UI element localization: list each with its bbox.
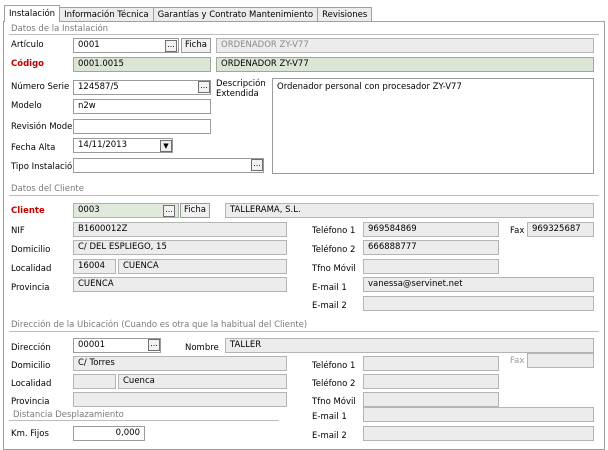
- articulo-ficha-button[interactable]: Ficha: [181, 38, 211, 53]
- cliente-lookup-button[interactable]: ...: [163, 205, 175, 217]
- ubicacion-email-2-label: E-mail 2: [312, 431, 347, 441]
- tfno-movil-label: Tfno Móvil: [312, 264, 356, 274]
- nif-value: B1600012Z: [73, 222, 287, 237]
- descripcion-extendida-textarea[interactable]: Ordenador personal con procesador ZY-V77: [272, 78, 594, 174]
- ubicacion-telefono-1-value: [363, 356, 499, 371]
- nif-label: NIF: [11, 226, 25, 236]
- provincia-label: Provincia: [11, 283, 50, 293]
- telefono-2-label: Teléfono 2: [312, 245, 356, 255]
- km-fijos-input[interactable]: 0,000: [73, 426, 145, 441]
- section-title-installation: Datos de la Instalación: [11, 24, 109, 34]
- email-2-label: E-mail 2: [312, 301, 347, 311]
- ubicacion-codigo-postal-value: [73, 374, 116, 389]
- tab-informacion-tecnica[interactable]: Información Técnica: [59, 7, 154, 22]
- ubicacion-provincia-value: [73, 392, 287, 407]
- nombre-label: Nombre: [185, 343, 219, 353]
- ubicacion-localidad-value: Cuenca: [118, 374, 287, 389]
- tab-bar: Instalación Información Técnica Garantía…: [4, 5, 373, 22]
- ubicacion-email-1-value: [363, 407, 594, 422]
- section-divider: [9, 195, 599, 196]
- ubicacion-fax-label: Fax: [510, 356, 525, 366]
- ubicacion-tfno-movil-value: [363, 392, 499, 407]
- domicilio-label: Domicilio: [11, 245, 51, 255]
- codigo-input[interactable]: 0001.0015: [73, 57, 211, 72]
- articulo-input[interactable]: 0001: [73, 38, 179, 53]
- km-fijos-label: Km. Fijos: [11, 429, 49, 439]
- ubicacion-tfno-movil-label: Tfno Móvil: [312, 397, 356, 407]
- ubicacion-telefono-2-value: [363, 374, 499, 389]
- codigo-postal-value: 16004: [73, 259, 116, 274]
- fax-label: Fax: [510, 226, 525, 236]
- domicilio-value: C/ DEL ESPLIEGO, 15: [73, 240, 287, 255]
- telefono-1-label: Teléfono 1: [312, 226, 356, 236]
- ubicacion-fax-value: [527, 353, 594, 368]
- nombre-value: TALLER: [225, 338, 594, 353]
- articulo-label: Artículo: [11, 40, 44, 50]
- section-divider: [9, 34, 599, 35]
- fecha-alta-label: Fecha Alta: [11, 143, 56, 153]
- tab-garantias[interactable]: Garantías y Contrato Mantenimiento: [152, 7, 319, 22]
- direccion-lookup-button[interactable]: ...: [148, 339, 160, 351]
- modelo-input[interactable]: n2w: [73, 99, 211, 114]
- numero-serie-lookup-button[interactable]: ...: [198, 81, 210, 93]
- ubicacion-localidad-label: Localidad: [11, 379, 52, 389]
- section-title-distance: Distancia Desplazamiento: [13, 410, 124, 420]
- numero-serie-input[interactable]: 124587/5: [73, 80, 211, 95]
- localidad-label: Localidad: [11, 264, 52, 274]
- section-title-client: Datos del Cliente: [11, 184, 84, 194]
- numero-serie-label: Número Serie: [11, 82, 70, 92]
- provincia-value: CUENCA: [73, 277, 287, 292]
- tipo-instalacion-input[interactable]: [73, 158, 264, 173]
- fax-value: 969325687: [527, 222, 594, 237]
- email-1-value: vanessa@servinet.net: [363, 277, 594, 292]
- ubicacion-telefono-1-label: Teléfono 1: [312, 361, 356, 371]
- revision-modelo-input[interactable]: [73, 119, 211, 134]
- section-divider: [9, 331, 599, 332]
- section-divider: [9, 420, 279, 421]
- email-2-value: [363, 296, 594, 311]
- telefono-2-value: 666888777: [363, 240, 499, 255]
- codigo-description-input[interactable]: ORDENADOR ZY-V77: [216, 57, 594, 72]
- ubicacion-domicilio-label: Domicilio: [11, 361, 51, 371]
- ubicacion-email-1-label: E-mail 1: [312, 412, 347, 422]
- cliente-ficha-button[interactable]: Ficha: [180, 203, 210, 218]
- ubicacion-domicilio-value: C/ Torres: [73, 356, 287, 371]
- telefono-1-value: 969584869: [363, 222, 499, 237]
- fecha-alta-dropdown-icon[interactable]: ▼: [160, 140, 172, 152]
- tfno-movil-value: [363, 259, 499, 274]
- articulo-description: ORDENADOR ZY-V77: [216, 38, 594, 53]
- cliente-label: Cliente: [11, 206, 45, 216]
- descripcion-extendida-label-2: Extendida: [216, 89, 259, 99]
- codigo-label: Código: [11, 59, 44, 69]
- revision-modelo-label: Revisión Modelo: [11, 122, 80, 132]
- section-title-location: Dirección de la Ubicación (Cuando es otr…: [11, 320, 308, 330]
- fecha-alta-input[interactable]: 14/11/2013: [73, 138, 173, 153]
- ubicacion-telefono-2-label: Teléfono 2: [312, 379, 356, 389]
- modelo-label: Modelo: [11, 101, 42, 111]
- cliente-name: TALLERAMA, S.L.: [225, 203, 594, 218]
- localidad-value: CUENCA: [118, 259, 287, 274]
- direccion-label: Dirección: [11, 343, 51, 353]
- tab-revisiones[interactable]: Revisiones: [317, 7, 373, 22]
- ubicacion-provincia-label: Provincia: [11, 397, 50, 407]
- tipo-instalacion-lookup-button[interactable]: ...: [251, 159, 263, 171]
- email-1-label: E-mail 1: [312, 283, 347, 293]
- tipo-instalacion-label: Tipo Instalación: [11, 162, 78, 172]
- articulo-lookup-button[interactable]: ...: [165, 40, 177, 52]
- ubicacion-email-2-value: [363, 426, 594, 441]
- tab-instalacion[interactable]: Instalación: [4, 5, 61, 22]
